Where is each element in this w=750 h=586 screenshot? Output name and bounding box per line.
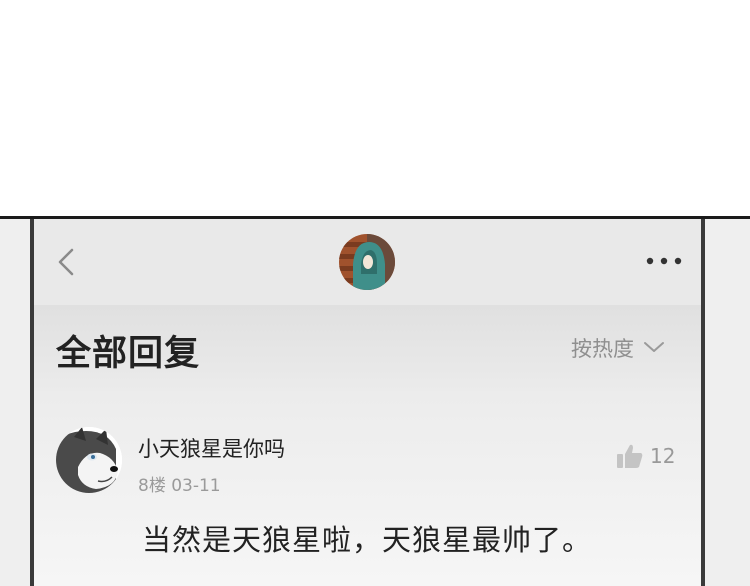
phone-screen: 全部回复 按热度 小天狼星是你吗 8楼 03-11 12 当然是天狼星啦，天狼星… <box>30 219 705 586</box>
section-title: 全部回复 <box>56 334 201 374</box>
left-margin <box>0 219 30 586</box>
husky-avatar-icon <box>56 427 122 493</box>
thumbs-up-icon[interactable] <box>616 443 644 469</box>
replies-header: 全部回复 按热度 <box>34 305 701 391</box>
chevron-left-icon[interactable] <box>54 245 82 279</box>
commenter-avatar[interactable] <box>56 427 122 493</box>
comment-username[interactable]: 小天狼星是你吗 <box>138 433 285 463</box>
blank-panel-area <box>0 0 750 217</box>
ellipsis-icon[interactable] <box>644 253 684 269</box>
hooded-figure-avatar-icon <box>339 234 395 290</box>
chevron-down-icon[interactable] <box>642 339 666 355</box>
right-margin <box>705 219 750 586</box>
comment-meta: 8楼 03-11 <box>138 476 221 496</box>
author-avatar[interactable] <box>339 234 395 290</box>
like-count: 12 <box>650 444 676 468</box>
top-nav-bar <box>34 219 701 305</box>
comment-list: 小天狼星是你吗 8楼 03-11 12 当然是天狼星啦，天狼星最帅了。 <box>34 391 701 586</box>
comment-text: 当然是天狼星啦，天狼星最帅了。 <box>142 523 593 557</box>
sort-button[interactable]: 按热度 <box>571 333 634 363</box>
